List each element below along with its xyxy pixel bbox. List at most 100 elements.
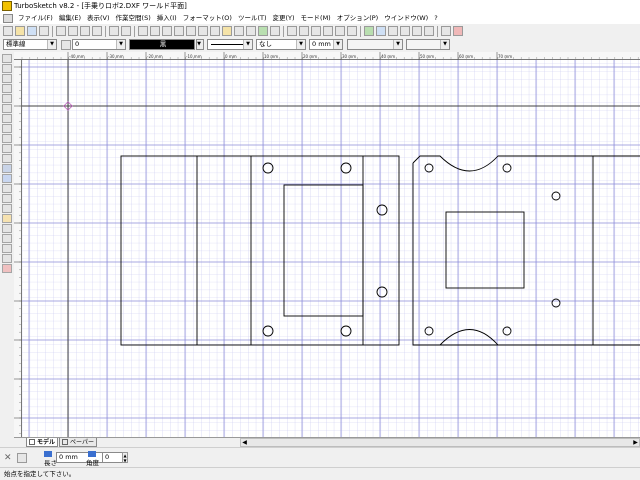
solid-line-sample [211, 44, 245, 45]
layer-number-select[interactable]: 0 ▼ [72, 39, 126, 50]
dimension-icon[interactable] [311, 26, 321, 36]
scroll-right-arrow-icon[interactable]: ▶ [631, 438, 640, 447]
copy-icon[interactable] [68, 26, 78, 36]
zoom-previous-icon[interactable] [174, 26, 184, 36]
linetype-select[interactable]: ▼ [207, 39, 253, 50]
redo-icon[interactable] [121, 26, 131, 36]
pen-tool-icon[interactable] [2, 114, 12, 123]
select-arrow-icon[interactable] [2, 54, 12, 63]
new-file-icon[interactable] [3, 26, 13, 36]
dropper-icon[interactable] [270, 26, 280, 36]
color-select[interactable]: 黒 [129, 39, 195, 50]
cut-icon[interactable] [56, 26, 66, 36]
menu-modify[interactable]: 変更(Y) [269, 12, 297, 24]
drawing-surface[interactable] [22, 60, 640, 437]
input-bar: ✕ 長さ 0 mm ▲▼ 角度 0 ▲▼ [0, 447, 640, 467]
fill-select[interactable]: なし ▼ [256, 39, 306, 50]
eraser-icon[interactable] [453, 26, 463, 36]
menu-help[interactable]: ? [431, 12, 440, 24]
menu-mode[interactable]: モード(M) [298, 12, 334, 24]
zoom-all-icon[interactable] [186, 26, 196, 36]
menu-tools[interactable]: ツール(T) [235, 12, 270, 24]
freehand-tool-icon[interactable] [2, 104, 12, 113]
style-select[interactable]: ▼ [347, 39, 403, 50]
calculator-icon[interactable] [388, 26, 398, 36]
coordinate-table-icon[interactable] [17, 453, 27, 463]
curve-tool-icon[interactable] [2, 154, 12, 163]
ellipse-tool-icon[interactable] [2, 144, 12, 153]
menu-options[interactable]: オプション(P) [334, 12, 382, 24]
vertical-ruler-ticks [14, 66, 22, 434]
scroll-left-arrow-icon[interactable]: ◀ [240, 438, 249, 447]
menu-format[interactable]: フォーマット(O) [180, 12, 235, 24]
print-icon[interactable] [39, 26, 49, 36]
menu-window[interactable]: ウインドウ(W) [381, 12, 431, 24]
mirror-tool-icon[interactable] [2, 224, 12, 233]
zoom-window-icon[interactable] [138, 26, 148, 36]
drawing-toolbox [0, 52, 14, 440]
circle-tool-icon[interactable] [2, 124, 12, 133]
array-tool-icon[interactable] [2, 234, 12, 243]
menu-file[interactable]: ファイル(F) [15, 12, 56, 24]
drawing-canvas[interactable] [22, 60, 640, 437]
zoom-extents-icon[interactable] [198, 26, 208, 36]
document-icon[interactable] [412, 26, 422, 36]
layer-icon[interactable] [335, 26, 345, 36]
grid [22, 60, 640, 437]
grid-icon[interactable] [258, 26, 268, 36]
measure-angle-icon[interactable] [299, 26, 309, 36]
font-select[interactable]: ▼ [406, 39, 450, 50]
polygon-tool-icon[interactable] [2, 164, 12, 173]
properties-icon[interactable] [376, 26, 386, 36]
polyline-tool-icon[interactable] [2, 94, 12, 103]
tab-model[interactable]: モデル [26, 438, 58, 447]
close-icon[interactable]: ✕ [4, 453, 14, 463]
trim-tool-icon[interactable] [2, 214, 12, 223]
report-icon[interactable] [400, 26, 410, 36]
open-folder-icon[interactable] [15, 26, 25, 36]
text-tool-icon[interactable] [2, 194, 12, 203]
angle-spinner[interactable]: ▲ ▼ [122, 452, 128, 463]
menu-insert[interactable]: 挿入(I) [154, 12, 180, 24]
move-tool-icon[interactable] [2, 184, 12, 193]
pan-icon[interactable] [210, 26, 220, 36]
status-bar: 始点を指定して下さい。 [0, 467, 640, 480]
context-help-icon[interactable] [441, 26, 451, 36]
hatch-tool-icon[interactable] [2, 254, 12, 263]
point-icon[interactable] [2, 74, 12, 83]
snap-icon[interactable] [246, 26, 256, 36]
symbol-library-icon[interactable] [364, 26, 374, 36]
angle-input[interactable]: 0 [102, 452, 124, 463]
undo-icon[interactable] [109, 26, 119, 36]
text-style-icon[interactable] [323, 26, 333, 36]
save-icon[interactable] [27, 26, 37, 36]
zoom-out-icon[interactable] [162, 26, 172, 36]
fill-tool-icon[interactable] [2, 174, 12, 183]
tab-paper[interactable]: ペーパー [59, 438, 97, 447]
measure-distance-icon[interactable] [287, 26, 297, 36]
view-icon[interactable] [234, 26, 244, 36]
symbol-tool-icon[interactable] [2, 264, 12, 273]
color-dropdown[interactable]: ▼ [196, 39, 204, 50]
offset-tool-icon[interactable] [2, 244, 12, 253]
line-tool-icon[interactable] [2, 84, 12, 93]
select-edit-icon[interactable] [2, 64, 12, 73]
menu-view[interactable]: 表示(V) [84, 12, 113, 24]
layer-manager-icon[interactable] [61, 40, 71, 50]
redraw-icon[interactable] [222, 26, 232, 36]
horizontal-scrollbar[interactable] [240, 438, 640, 447]
paste-icon[interactable] [80, 26, 90, 36]
chevron-down-icon: ▼ [197, 40, 203, 49]
settings-icon[interactable] [424, 26, 434, 36]
arc-tool-icon[interactable] [2, 134, 12, 143]
line-width-select[interactable]: 0 mm ▼ [309, 39, 343, 50]
menu-edit[interactable]: 編集(E) [56, 12, 84, 24]
ruler-label: 70 mm [498, 54, 512, 59]
menu-workspace[interactable]: 作業空間(S) [113, 12, 154, 24]
zoom-in-icon[interactable] [150, 26, 160, 36]
document-system-icon[interactable] [3, 13, 13, 23]
dimension-tool-icon[interactable] [2, 204, 12, 213]
fill-icon[interactable] [347, 26, 357, 36]
layer-select[interactable]: 標準線 ▼ [3, 39, 57, 50]
delete-icon[interactable] [92, 26, 102, 36]
